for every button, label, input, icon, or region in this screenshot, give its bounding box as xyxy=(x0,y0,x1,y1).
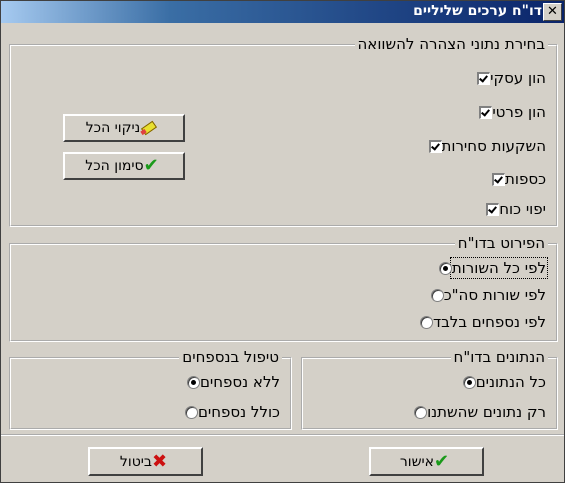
radio-include-appendices[interactable]: כולל נספחים xyxy=(177,403,280,421)
checkbox-icon[interactable] xyxy=(477,71,491,85)
cancel-label: ביטול xyxy=(119,453,152,470)
checkbox-label: כספות xyxy=(505,170,546,188)
checkbox-power-of-attorney[interactable]: יפוי כוח xyxy=(478,200,546,218)
checkbox-label: יפוי כוח xyxy=(499,200,546,218)
checkbox-label: השקעות סחירות xyxy=(441,137,546,155)
checkbox-business-equity[interactable]: הון עסקי xyxy=(469,69,546,87)
comparison-group-legend: בחירת נתוני הצהרה להשוואה xyxy=(354,35,548,53)
radio-changed-data[interactable]: רק נתונים שהשתנו xyxy=(406,403,546,421)
checkbox-icon[interactable] xyxy=(486,202,500,216)
radio-icon[interactable] xyxy=(186,375,200,389)
checkbox-label: הון עסקי xyxy=(490,69,546,87)
comparison-data-group: בחירת נתוני הצהרה להשוואה הון עסקי הון פ… xyxy=(9,35,558,227)
radio-no-appendices[interactable]: ללא נספחים xyxy=(179,373,280,391)
radio-icon[interactable] xyxy=(419,315,433,329)
window-title: דו"ח ערכים שליליים xyxy=(413,3,542,19)
radio-icon[interactable] xyxy=(414,405,428,419)
radio-label: כולל נספחים xyxy=(197,403,280,421)
dialog-window: דו"ח ערכים שליליים ✕ בחירת נתוני הצהרה ל… xyxy=(0,0,565,483)
report-data-group: הנתונים בדו"ח כל הנתונים רק נתונים שהשתנ… xyxy=(301,348,558,430)
radio-label: לפי נספחים בלבד xyxy=(432,313,546,331)
cancel-x-icon: ✖ xyxy=(152,450,168,472)
cancel-button[interactable]: ביטול ✖ xyxy=(88,447,203,476)
checkbox-icon[interactable] xyxy=(492,172,506,186)
radio-icon[interactable] xyxy=(438,261,452,275)
ok-label: אישור xyxy=(399,453,435,470)
title-bar[interactable]: דו"ח ערכים שליליים ✕ xyxy=(1,1,564,23)
radio-label: לפי שורות סה"כ xyxy=(443,286,546,304)
clear-all-button[interactable]: ניקוי הכל xyxy=(63,114,185,142)
checkmark-icon: ✔ xyxy=(434,450,450,472)
checkmark-icon: ✔ xyxy=(143,155,159,176)
radio-appendices-only[interactable]: לפי נספחים בלבד xyxy=(412,313,546,331)
checkbox-tradable-investments[interactable]: השקעות סחירות xyxy=(421,137,546,155)
radio-icon[interactable] xyxy=(184,405,198,419)
radio-label: רק נתונים שהשתנו xyxy=(427,403,546,421)
data-group-legend: הנתונים בדו"ח xyxy=(450,348,548,366)
select-all-button[interactable]: סימון הכל ✔ xyxy=(63,152,185,180)
eraser-icon xyxy=(140,121,158,135)
checkbox-icon[interactable] xyxy=(428,139,442,153)
radio-label: כל הנתונים xyxy=(475,373,546,391)
appendix-group-legend: טיפול בנספחים xyxy=(179,348,282,366)
close-icon[interactable]: ✕ xyxy=(543,3,562,21)
breakdown-group-legend: הפירוט בדו"ח xyxy=(454,234,548,252)
checkbox-private-equity[interactable]: הון פרטי xyxy=(471,103,546,121)
checkbox-label: הון פרטי xyxy=(492,103,546,121)
radio-all-rows[interactable]: לפי כל השורות xyxy=(431,257,549,279)
radio-label: ללא נספחים xyxy=(199,373,280,391)
checkbox-icon[interactable] xyxy=(479,105,493,119)
radio-icon[interactable] xyxy=(462,375,476,389)
appendix-handling-group: טיפול בנספחים ללא נספחים כולל נספחים xyxy=(9,348,292,430)
clear-all-label: ניקוי הכל xyxy=(85,120,141,136)
radio-all-data[interactable]: כל הנתונים xyxy=(455,373,546,391)
radio-label: לפי כל השורות xyxy=(449,257,549,279)
report-breakdown-group: הפירוט בדו"ח לפי כל השורות לפי שורות סה"… xyxy=(9,234,558,342)
radio-total-rows[interactable]: לפי שורות סה"כ xyxy=(423,286,546,304)
select-all-label: סימון הכל xyxy=(85,158,144,174)
ok-button[interactable]: אישור ✔ xyxy=(369,447,484,476)
radio-icon[interactable] xyxy=(430,288,444,302)
checkbox-safes[interactable]: כספות xyxy=(484,170,546,188)
